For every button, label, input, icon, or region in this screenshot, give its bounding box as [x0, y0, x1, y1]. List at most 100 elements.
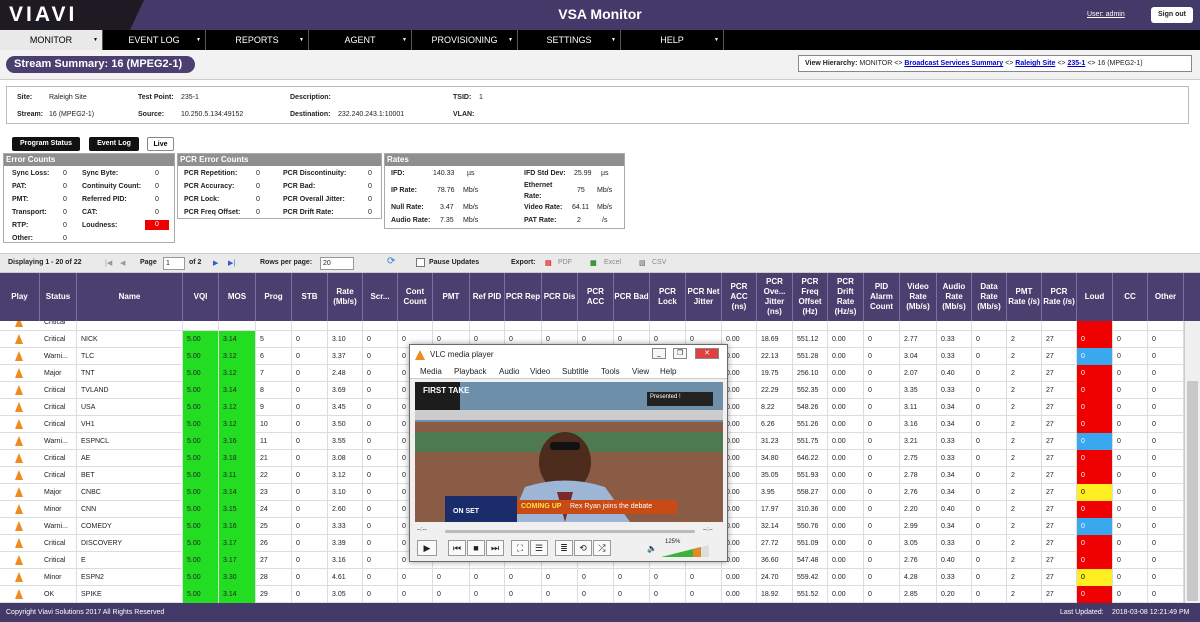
vlc-title-bar[interactable]: VLC media player _ ❐ ✕ — [410, 345, 727, 365]
vlc-menu-playback[interactable]: Playback — [454, 367, 486, 376]
csv-icon[interactable]: ▧ — [639, 259, 646, 267]
nav-event-log[interactable]: EVENT LOG ▼ — [103, 30, 206, 50]
vlc-menu-view[interactable]: View — [632, 367, 649, 376]
vlc-play-icon[interactable] — [15, 436, 23, 446]
column-header[interactable]: PCR Net Jitter — [686, 273, 722, 321]
volume-slider[interactable] — [661, 545, 709, 557]
tab-live[interactable]: Live — [147, 137, 174, 151]
scrollbar-thumb[interactable] — [1187, 381, 1198, 601]
vlc-play-icon[interactable] — [15, 538, 23, 548]
tab-event-log[interactable]: Event Log — [89, 137, 139, 151]
column-header[interactable]: PID Alarm Count — [864, 273, 900, 321]
column-header[interactable]: MOS — [219, 273, 256, 321]
user-menu[interactable]: User: admin — [1087, 11, 1125, 18]
first-page-icon[interactable]: |◀ — [105, 259, 112, 267]
next-page-icon[interactable]: ▶ — [213, 259, 218, 267]
tab-program-status[interactable]: Program Status — [12, 137, 80, 151]
vlc-menu-video[interactable]: Video — [530, 367, 550, 376]
vlc-play-icon[interactable] — [15, 504, 23, 514]
column-header[interactable]: PCR Dis — [542, 273, 578, 321]
stop-icon[interactable]: ■ — [467, 540, 485, 556]
column-header[interactable]: Ref PID — [470, 273, 505, 321]
column-header[interactable]: Video Rate (Mb/s) — [900, 273, 937, 321]
vlc-menu-tools[interactable]: Tools — [601, 367, 620, 376]
column-header[interactable]: CC — [1113, 273, 1148, 321]
column-header[interactable]: PCR Bad — [614, 273, 650, 321]
vlc-menu-subtitle[interactable]: Subtitle — [562, 367, 589, 376]
column-header[interactable]: Audio Rate (Mb/s) — [937, 273, 972, 321]
vlc-play-icon[interactable] — [15, 402, 23, 412]
loop-icon[interactable]: ⟲ — [574, 540, 592, 556]
nav-agent[interactable]: AGENT ▼ — [309, 30, 412, 50]
previous-icon[interactable]: ⏮ — [448, 540, 466, 556]
table-row[interactable]: OK SPIKE 5.00 3.14 29 0 3.05 0 0 0 0 0 0 0 0 0 0 0.00 18.9… — [0, 586, 1184, 603]
table-row[interactable]: Critical — [0, 321, 1184, 331]
vlc-play-icon[interactable] — [15, 589, 23, 599]
nav-settings[interactable]: SETTINGS ▼ — [518, 30, 621, 50]
nav-help[interactable]: HELP ▼ — [621, 30, 724, 50]
page-input[interactable]: 1 — [163, 257, 185, 270]
vlc-play-icon[interactable] — [15, 385, 23, 395]
vlc-play-icon[interactable] — [15, 521, 23, 531]
vlc-play-icon[interactable] — [15, 321, 23, 327]
column-header[interactable]: PCR ACC (ns) — [722, 273, 757, 321]
seek-bar[interactable]: --:-- --:-- — [415, 525, 723, 537]
column-header[interactable]: Scr... — [363, 273, 398, 321]
vlc-play-icon[interactable] — [15, 487, 23, 497]
pause-updates-checkbox[interactable] — [416, 258, 425, 267]
column-header[interactable]: PMT Rate (/s) — [1007, 273, 1042, 321]
export-pdf-button[interactable]: PDF — [558, 259, 572, 266]
playlist-icon[interactable]: ≣ — [555, 540, 573, 556]
extended-settings-icon[interactable]: ☰ — [530, 540, 548, 556]
column-header[interactable]: PCR Drift Rate (Hz/s) — [828, 273, 864, 321]
vlc-media-player-window[interactable]: VLC media player _ ❐ ✕ Media Playback Au… — [409, 344, 728, 562]
speaker-icon[interactable]: 🔈 — [647, 544, 657, 553]
column-header[interactable]: Other — [1148, 273, 1184, 321]
rows-per-page-input[interactable]: 20 — [320, 257, 354, 270]
excel-icon[interactable]: ▦ — [590, 259, 597, 267]
vlc-play-icon[interactable] — [15, 555, 23, 565]
column-header[interactable]: Cont Count — [398, 273, 433, 321]
nav-reports[interactable]: REPORTS ▼ — [206, 30, 309, 50]
sign-out-button[interactable]: Sign out — [1151, 7, 1193, 23]
vlc-menu-help[interactable]: Help — [660, 367, 676, 376]
prev-page-icon[interactable]: ◀ — [120, 259, 125, 267]
last-page-icon[interactable]: ▶| — [228, 259, 235, 267]
vlc-menu-media[interactable]: Media — [420, 367, 442, 376]
column-header[interactable]: PCR Rep — [505, 273, 542, 321]
vlc-menu-audio[interactable]: Audio — [499, 367, 519, 376]
next-icon[interactable]: ⏭ — [486, 540, 504, 556]
column-header[interactable]: PCR Freq Offset (Hz) — [793, 273, 828, 321]
column-header[interactable]: Loud — [1077, 273, 1113, 321]
vlc-play-icon[interactable] — [15, 453, 23, 463]
breadcrumb-link-bss[interactable]: Broadcast Services Summary — [904, 60, 1003, 67]
column-header[interactable]: Play — [0, 273, 40, 321]
seek-track[interactable] — [445, 530, 695, 533]
close-icon[interactable]: ✕ — [695, 348, 719, 359]
column-header[interactable]: VQI — [183, 273, 219, 321]
play-icon[interactable]: ▶ — [417, 540, 437, 556]
video-frame[interactable]: FIRST TAKE Presented ! ON SET COMING UP … — [415, 382, 723, 522]
pdf-icon[interactable]: ▤ — [545, 259, 552, 267]
nav-provisioning[interactable]: PROVISIONING ▼ — [412, 30, 518, 50]
vlc-play-icon[interactable] — [15, 419, 23, 429]
column-header[interactable]: Rate (Mb/s) — [328, 273, 363, 321]
breadcrumb-link-tp[interactable]: 235-1 — [1067, 60, 1085, 67]
column-header[interactable]: PCR Lock — [650, 273, 686, 321]
column-header[interactable]: Name — [77, 273, 183, 321]
column-header[interactable]: Status — [40, 273, 77, 321]
column-header[interactable]: Prog — [256, 273, 292, 321]
shuffle-icon[interactable]: ⤮ — [593, 540, 611, 556]
export-csv-button[interactable]: CSV — [652, 259, 666, 266]
column-header[interactable]: PCR Ove... Jitter (ns) — [757, 273, 793, 321]
restore-icon[interactable]: ❐ — [673, 348, 687, 359]
column-header[interactable]: Data Rate (Mb/s) — [972, 273, 1007, 321]
column-header[interactable]: PMT — [433, 273, 470, 321]
vlc-play-icon[interactable] — [15, 351, 23, 361]
vlc-play-icon[interactable] — [15, 368, 23, 378]
table-row[interactable]: Minor ESPN2 5.00 3.30 28 0 4.61 0 0 0 0 0 0 0 0 0 0 0.00 2… — [0, 569, 1184, 586]
minimize-icon[interactable]: _ — [652, 348, 666, 359]
export-excel-button[interactable]: Excel — [604, 259, 621, 266]
column-header[interactable]: PCR Rate (/s) — [1042, 273, 1077, 321]
breadcrumb-link-site[interactable]: Raleigh Site — [1015, 60, 1055, 67]
